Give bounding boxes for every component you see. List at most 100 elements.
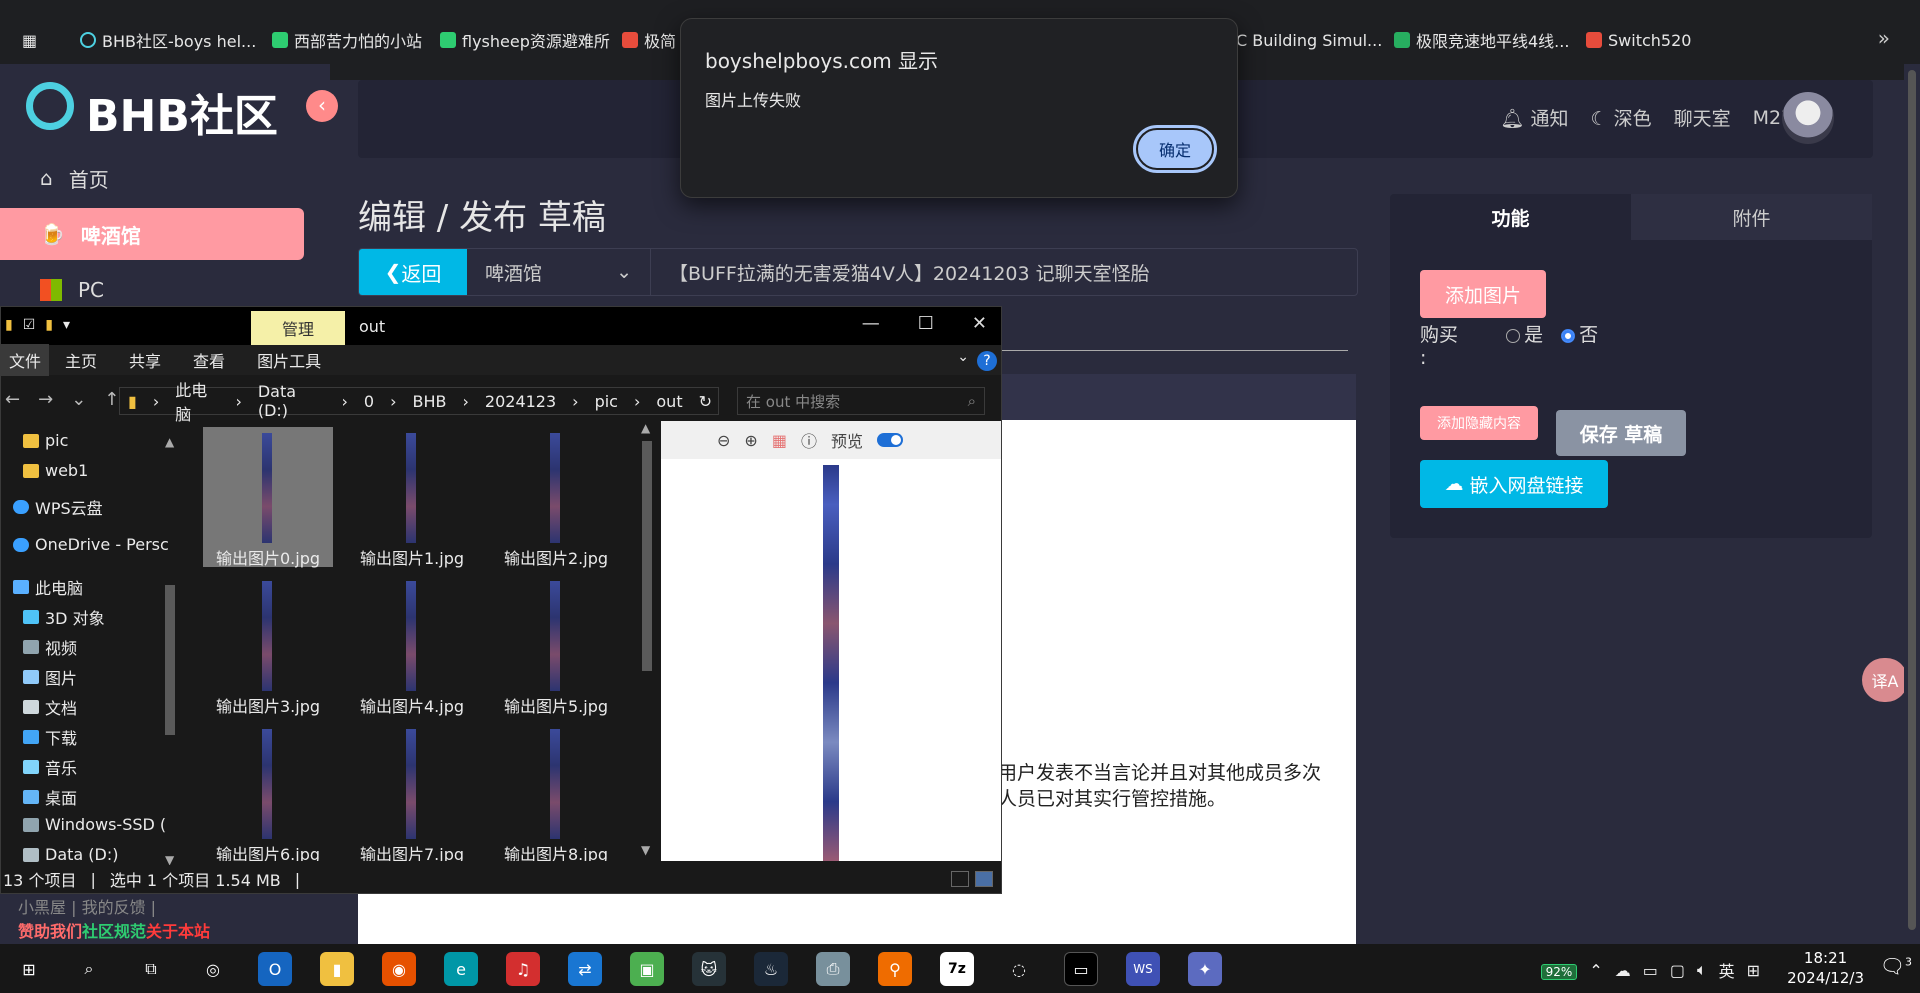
- bookmark-creeper[interactable]: 西部苦力怕的小站: [272, 24, 422, 56]
- expand-ribbon-icon[interactable]: ⌄: [957, 349, 969, 365]
- properties-icon[interactable]: ☑: [23, 317, 36, 333]
- nav-this-pc[interactable]: 此电脑: [13, 575, 83, 599]
- title-input[interactable]: 【BUFF拉满的无害爱猫4V人】20241203 记聊天室怪胎: [651, 249, 1357, 295]
- cortana-icon[interactable]: ◎: [196, 952, 230, 986]
- grid-icon[interactable]: ▦: [772, 431, 787, 450]
- nav-pic[interactable]: pic: [23, 431, 68, 450]
- webstorm-icon[interactable]: WS: [1126, 952, 1160, 986]
- nav-onedrive[interactable]: OneDrive - Persc: [13, 535, 169, 554]
- keyboard-layout-icon[interactable]: ⊞: [1747, 961, 1760, 980]
- cloud-icon[interactable]: ☁: [1615, 961, 1631, 980]
- avatar[interactable]: [1782, 92, 1834, 144]
- scroll-up-icon[interactable]: ▲: [641, 421, 650, 435]
- path-out[interactable]: out: [656, 392, 682, 411]
- scroll-up-icon[interactable]: ▲: [165, 435, 174, 449]
- collapse-sidebar-button[interactable]: ‹: [306, 90, 338, 122]
- file-grid-scrollbar[interactable]: ▲ ▼: [637, 421, 657, 861]
- back-arrow-icon[interactable]: ←: [5, 389, 20, 410]
- nav-downloads[interactable]: 下载: [23, 725, 77, 749]
- site-logo[interactable]: BHB社区: [86, 80, 278, 144]
- file-item[interactable]: 输出图片3.jpg: [203, 575, 333, 716]
- details-view-icon[interactable]: [951, 871, 969, 887]
- file-item[interactable]: 输出图片5.jpg: [491, 575, 621, 716]
- start-icon[interactable]: ⊞: [12, 952, 46, 986]
- tab-manage[interactable]: 管理: [251, 311, 345, 345]
- edge-icon[interactable]: e: [444, 952, 478, 986]
- apps-icon[interactable]: ▦: [22, 24, 37, 56]
- nav-scroll-thumb[interactable]: [165, 585, 175, 735]
- support-link[interactable]: 赞助我们: [18, 922, 82, 941]
- nav-3d-objects[interactable]: 3D 对象: [23, 605, 105, 629]
- add-image-button[interactable]: 添加图片: [1420, 270, 1546, 318]
- more-bookmarks-icon[interactable]: »: [1878, 26, 1890, 50]
- embed-link-button[interactable]: ☁ 嵌入网盘链接: [1420, 460, 1608, 508]
- path-2024123[interactable]: 2024123: [485, 392, 556, 411]
- file-item[interactable]: 输出图片2.jpg: [491, 427, 621, 568]
- tab-view[interactable]: 查看: [177, 348, 241, 372]
- ime-indicator[interactable]: 英: [1719, 958, 1735, 982]
- outlook-icon[interactable]: O: [258, 952, 292, 986]
- add-hidden-content-button[interactable]: 添加隐藏内容: [1420, 406, 1538, 440]
- bookmark-building-sim[interactable]: C Building Simul...: [1236, 24, 1382, 56]
- customize-icon[interactable]: ▾: [63, 317, 70, 333]
- large-icons-view-icon[interactable]: [975, 871, 993, 887]
- power-icon[interactable]: ▭: [1643, 961, 1658, 980]
- tab-picture-tools[interactable]: 图片工具: [241, 348, 337, 372]
- explorer-titlebar[interactable]: ▮ ☑ ▮ ▾ 管理 out — ☐ ✕: [1, 307, 1001, 345]
- task-view-icon[interactable]: ⧉: [134, 952, 168, 986]
- clock[interactable]: 18:21 2024/12/3: [1787, 948, 1864, 988]
- file-item[interactable]: 输出图片8.jpg: [491, 723, 621, 861]
- cat-app-icon[interactable]: 🐱︎: [692, 952, 726, 986]
- battery-indicator[interactable]: 92%: [1540, 961, 1578, 980]
- file-item[interactable]: 输出图片4.jpg: [347, 575, 477, 716]
- maximize-icon[interactable]: ☐: [918, 313, 934, 334]
- file-scroll-thumb[interactable]: [642, 441, 652, 671]
- tab-home[interactable]: 主页: [49, 348, 113, 372]
- minimize-icon[interactable]: —: [862, 313, 880, 334]
- alert-ok-button[interactable]: 确定: [1133, 125, 1217, 173]
- help-icon[interactable]: ?: [977, 351, 997, 371]
- 7zip-icon[interactable]: 7z: [940, 952, 974, 986]
- dark-mode-link[interactable]: ☾ 深色: [1591, 104, 1652, 131]
- translate-button[interactable]: 译A: [1862, 658, 1908, 702]
- path-this-pc[interactable]: 此电脑: [175, 377, 219, 425]
- file-explorer-icon[interactable]: ▮: [320, 952, 354, 986]
- tab-file[interactable]: 文件: [1, 344, 50, 376]
- file-item[interactable]: 输出图片7.jpg: [347, 723, 477, 861]
- anime-app-icon[interactable]: ✦: [1188, 952, 1222, 986]
- search-input[interactable]: 在 out 中搜索 ⌕: [737, 387, 985, 415]
- chatroom-link[interactable]: 聊天室: [1674, 104, 1731, 131]
- printer-icon[interactable]: ⎙: [816, 952, 850, 986]
- show-hidden-icons-icon[interactable]: ⌃: [1589, 961, 1602, 980]
- up-arrow-icon[interactable]: ↑: [104, 389, 119, 410]
- nav-wps-cloud[interactable]: WPS云盘: [13, 495, 103, 519]
- nav-music[interactable]: 音乐: [23, 755, 77, 779]
- nav-item-tavern[interactable]: 🍺 啤酒馆: [0, 208, 304, 260]
- path-bhb[interactable]: BHB: [413, 392, 447, 411]
- page-scroll-thumb[interactable]: [1908, 70, 1916, 930]
- buy-yes-radio[interactable]: 是: [1506, 324, 1543, 346]
- path-pic[interactable]: pic: [595, 392, 618, 411]
- network-icon[interactable]: ▢: [1670, 961, 1685, 980]
- nav-desktop[interactable]: 桌面: [23, 785, 77, 809]
- search-tool-icon[interactable]: ⚲: [878, 952, 912, 986]
- file-item[interactable]: 输出图片0.jpg: [203, 427, 333, 568]
- bookmark-flysheep[interactable]: flysheep资源避难所: [440, 24, 610, 56]
- nav-data-d[interactable]: Data (D:): [23, 845, 118, 864]
- save-draft-button[interactable]: 保存 草稿: [1556, 410, 1686, 456]
- nav-web1[interactable]: web1: [23, 461, 88, 480]
- bookmark-forza[interactable]: 极限竞速地平线4线...: [1394, 24, 1569, 56]
- folder-icon[interactable]: ▮: [5, 317, 13, 333]
- nav-documents[interactable]: 文档: [23, 695, 77, 719]
- help-circle-icon[interactable]: ⓘ: [801, 428, 817, 452]
- zoom-out-icon[interactable]: ⊖: [717, 431, 730, 450]
- store-icon[interactable]: ▣: [630, 952, 664, 986]
- file-item[interactable]: 输出图片1.jpg: [347, 427, 477, 568]
- category-select[interactable]: 啤酒馆 ⌄: [467, 249, 651, 295]
- scroll-down-icon[interactable]: ▼: [641, 843, 650, 857]
- chrome-icon[interactable]: ◉: [382, 952, 416, 986]
- notify-link[interactable]: 🔔︎ 通知: [1500, 104, 1568, 131]
- rules-link[interactable]: 社区规范: [82, 922, 146, 941]
- refresh-icon[interactable]: ↻: [699, 392, 712, 411]
- bookmark-bhb[interactable]: BHB社区-boys hel...: [80, 24, 256, 56]
